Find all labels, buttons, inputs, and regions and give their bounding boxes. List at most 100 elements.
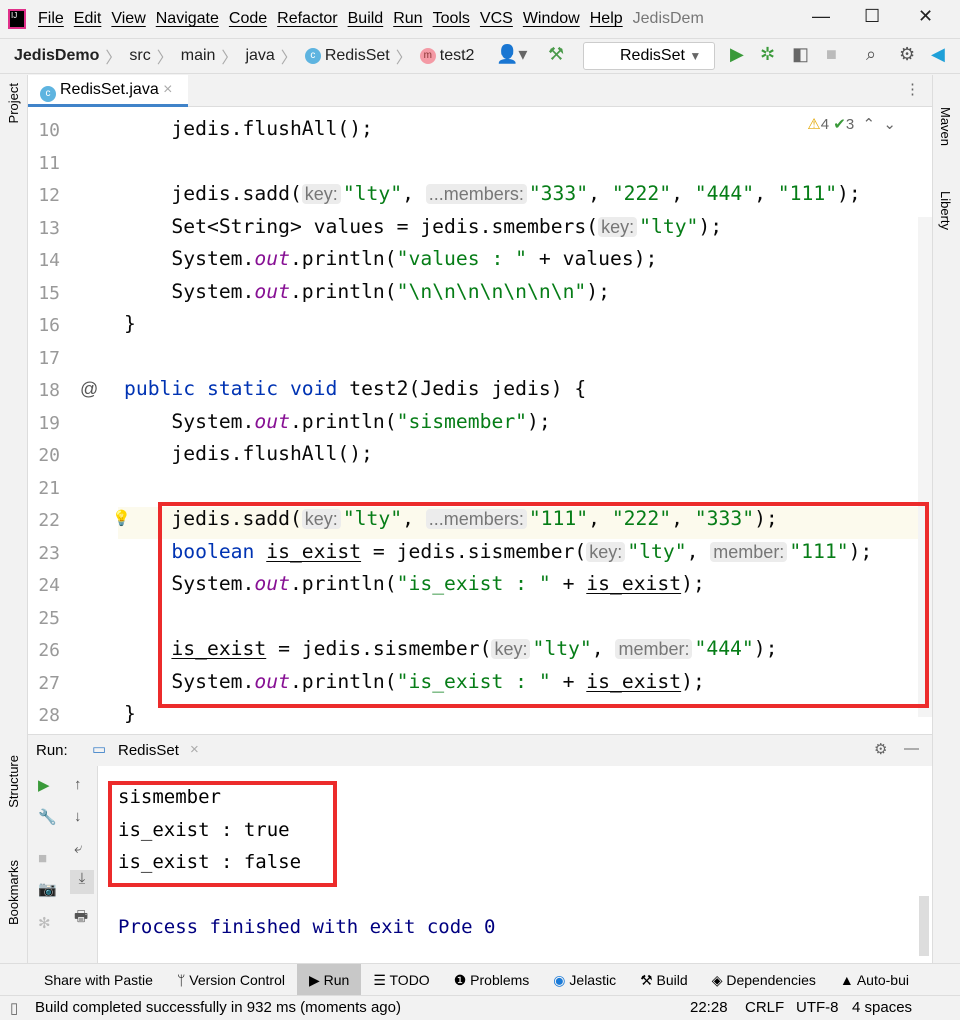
up-arrow-icon[interactable]: ↑	[74, 776, 82, 793]
code-token: );	[698, 214, 723, 238]
override-marker-icon[interactable]: @	[80, 379, 98, 400]
plugin-logo-icon[interactable]: ◀	[931, 44, 945, 65]
code-token: }	[124, 702, 136, 725]
code-token: public static void	[124, 377, 350, 400]
hide-panel-icon[interactable]: —	[904, 740, 919, 757]
status-icon: ▯	[10, 1000, 19, 1017]
line-number: 23	[38, 542, 60, 564]
menu-run[interactable]: Run	[393, 10, 422, 28]
line-separator[interactable]: CRLF	[745, 999, 784, 1016]
console-icon: ▭	[92, 741, 107, 758]
breadcrumb-method[interactable]: test2	[440, 47, 475, 65]
caret-position[interactable]: 22:28	[690, 999, 728, 1016]
more-options-icon[interactable]: ⋮	[905, 80, 920, 98]
stop-icon[interactable]: ■	[38, 850, 47, 867]
maximize-button[interactable]: ☐	[864, 6, 880, 27]
project-tool-button[interactable]: Project	[6, 83, 21, 123]
intellij-logo-icon: IJ	[8, 9, 26, 29]
console-scrollbar[interactable]	[919, 896, 929, 956]
status-message: Build completed successfully in 932 ms (…	[35, 999, 401, 1016]
tool-run[interactable]: ▶ Run	[296, 963, 362, 996]
close-button[interactable]: ✕	[918, 6, 933, 27]
tool-label: Dependencies	[726, 971, 816, 988]
camera-icon[interactable]: 📷	[38, 880, 57, 898]
intention-bulb-icon[interactable]: 💡	[112, 509, 131, 527]
menu-edit[interactable]: Edit	[74, 10, 102, 28]
settings-icon[interactable]: ⚙	[874, 740, 887, 758]
tool-dependencies[interactable]: ◈ Dependencies	[700, 964, 828, 996]
menu-navigate[interactable]: Navigate	[156, 10, 219, 28]
run-icon[interactable]: ▶	[730, 44, 744, 65]
coverage-icon[interactable]: ◧	[792, 44, 809, 65]
tool-version-control[interactable]: ᛘ Version Control	[165, 964, 297, 996]
breadcrumb-src[interactable]: src	[129, 47, 150, 65]
menu-file[interactable]: File	[38, 10, 64, 28]
debug-icon[interactable]: ✲	[760, 44, 775, 65]
code-line: public static void test2(Jedis jedis) {	[124, 377, 586, 400]
soft-wrap-icon[interactable]: ⤶	[74, 840, 82, 857]
line-number: 15	[38, 282, 60, 304]
code-token: ,	[588, 182, 612, 205]
window-title: JedisDem	[632, 10, 704, 27]
menu-tools[interactable]: Tools	[433, 10, 470, 28]
scroll-to-end-icon[interactable]: ⤓	[70, 870, 94, 894]
code-token: out	[254, 247, 290, 270]
gear-icon[interactable]: ✻	[38, 914, 51, 932]
code-token: ,	[754, 182, 778, 205]
line-number: 19	[38, 412, 60, 434]
breadcrumb-main[interactable]: main	[181, 47, 216, 65]
inspection-widget[interactable]: ⚠4 ✔3 ⌃ ⌄	[807, 115, 896, 133]
minimize-button[interactable]: —	[812, 6, 830, 27]
code-line: System.out.println("sismember");	[124, 410, 550, 433]
wrench-icon[interactable]: 🔧	[38, 808, 57, 826]
code-line: jedis.flushAll();	[124, 117, 373, 140]
breadcrumb-project[interactable]: JedisDemo	[14, 47, 99, 65]
close-tab-icon[interactable]: ×	[163, 81, 172, 98]
code-token: ,	[402, 182, 426, 205]
down-arrow-icon[interactable]: ↓	[74, 808, 82, 825]
user-icon[interactable]: 👤▾	[496, 44, 527, 65]
menu-window[interactable]: Window	[523, 10, 580, 28]
code-token: ,	[671, 182, 695, 205]
search-icon[interactable]: ⌕	[866, 44, 876, 65]
tool-build[interactable]: ⚒ Build	[628, 964, 700, 996]
tool-auto-build[interactable]: ▲ Auto-bui	[828, 964, 921, 996]
tool-label: TODO	[389, 971, 430, 988]
tool-problems[interactable]: ❶ Problems	[442, 964, 542, 996]
menu-help[interactable]: Help	[590, 10, 623, 28]
exit-message: Process finished with exit code 0	[118, 916, 496, 938]
bottom-tool-bar: Share with Pastie ᛘ Version Control ▶ Ru…	[0, 963, 960, 996]
tool-jelastic[interactable]: ◉ Jelastic	[541, 964, 628, 996]
rerun-icon[interactable]: ▶	[38, 776, 50, 794]
maven-tool-button[interactable]: Maven	[938, 107, 953, 146]
run-tab-redisset[interactable]: RedisSet	[118, 742, 179, 759]
tool-todo[interactable]: ☰ TODO	[361, 964, 441, 996]
tool-share-pastie[interactable]: Share with Pastie	[0, 964, 165, 996]
run-configuration-select[interactable]: RedisSet ▼	[583, 42, 715, 70]
tool-label: Problems	[470, 971, 530, 988]
code-editor[interactable]: 10 11 12 13 14 15 16 17 18 19 20 21 22 23 24 25 26 27 28 j…	[28, 107, 932, 734]
bookmarks-tool-button[interactable]: Bookmarks	[6, 860, 21, 925]
run-label: Run:	[36, 742, 68, 759]
liberty-tool-button[interactable]: Liberty	[938, 191, 953, 230]
indent-setting[interactable]: 4 spaces	[852, 999, 912, 1016]
structure-tool-button[interactable]: Structure	[6, 755, 21, 808]
line-number: 16	[38, 315, 60, 336]
print-icon[interactable]: 🖶	[74, 906, 88, 931]
close-run-tab-icon[interactable]: ×	[190, 741, 199, 758]
menu-vcs[interactable]: VCS	[480, 10, 513, 28]
menu-build[interactable]: Build	[348, 10, 384, 28]
stop-icon[interactable]: ■	[826, 44, 837, 65]
menu-code[interactable]: Code	[229, 10, 267, 28]
parameter-hint: key:	[598, 216, 638, 237]
console-output[interactable]: sismember is_exist : true is_exist : fal…	[98, 766, 932, 963]
breadcrumb-java[interactable]: java	[245, 47, 274, 65]
gear-icon[interactable]: ⚙	[899, 44, 915, 65]
breadcrumb-class[interactable]: RedisSet	[325, 47, 390, 65]
file-encoding[interactable]: UTF-8	[796, 999, 839, 1016]
menu-refactor[interactable]: Refactor	[277, 10, 337, 28]
tab-redisset-java[interactable]: c RedisSet.java ×	[28, 75, 188, 107]
tool-label: Run	[323, 971, 350, 988]
menu-view[interactable]: View	[111, 10, 145, 28]
build-hammer-icon[interactable]: ⚒	[548, 44, 564, 65]
